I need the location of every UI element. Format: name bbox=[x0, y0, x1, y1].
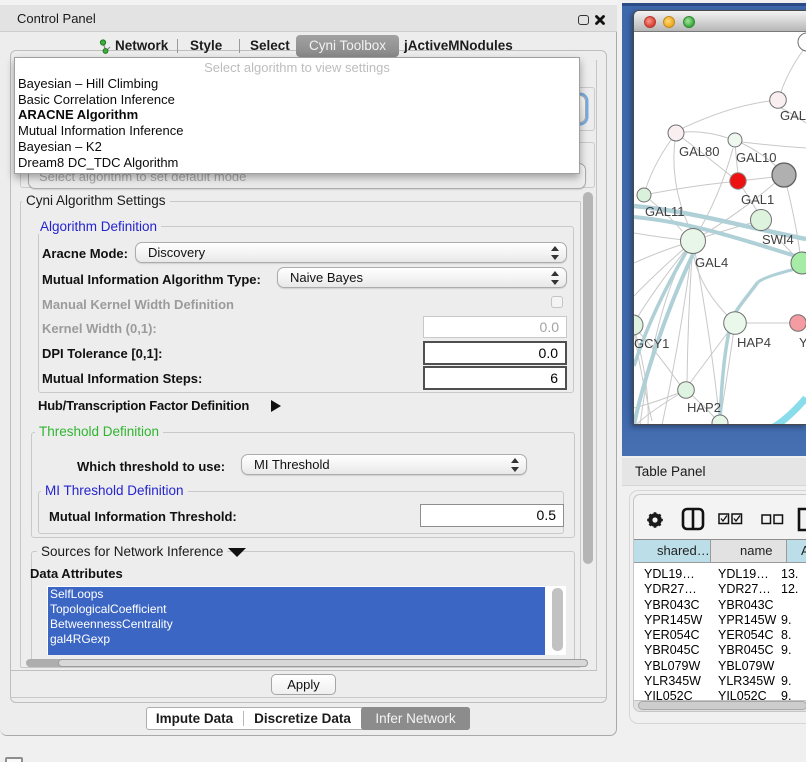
svg-text:HAP4: HAP4 bbox=[737, 335, 771, 350]
svg-text:YJ: YJ bbox=[799, 335, 806, 350]
svg-text:GAL80: GAL80 bbox=[679, 144, 719, 159]
svg-text:GAL11: GAL11 bbox=[645, 204, 685, 219]
svg-text:SWI4: SWI4 bbox=[762, 232, 794, 247]
svg-text:GAL7: GAL7 bbox=[780, 108, 806, 123]
svg-text:HAP2: HAP2 bbox=[687, 400, 721, 415]
svg-text:GCY1: GCY1 bbox=[634, 336, 669, 351]
svg-text:GAL10: GAL10 bbox=[736, 150, 776, 165]
svg-text:GAL1: GAL1 bbox=[741, 192, 774, 207]
svg-text:GAL4: GAL4 bbox=[695, 255, 728, 270]
